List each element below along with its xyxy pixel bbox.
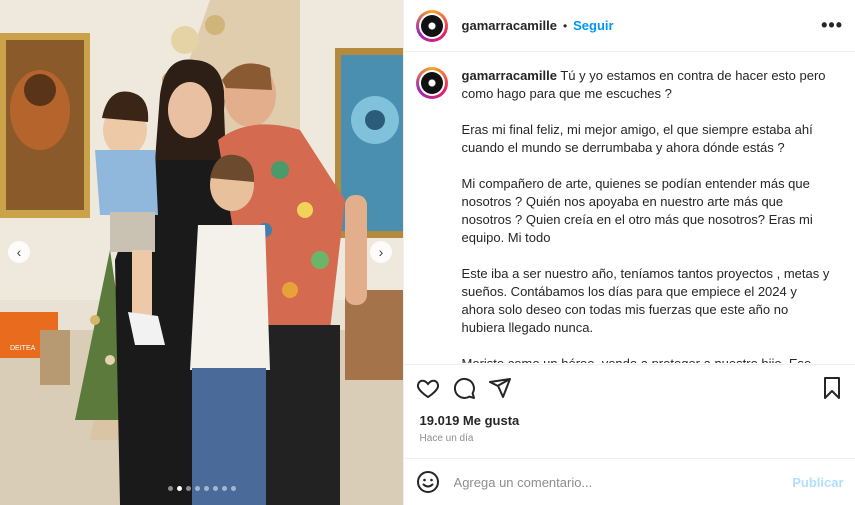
caption-avatar[interactable] bbox=[415, 67, 448, 99]
comment-bar: Publicar bbox=[403, 458, 855, 505]
family-photo-image: DEITEA bbox=[0, 0, 403, 505]
action-bar bbox=[403, 364, 855, 410]
avatar-image bbox=[420, 72, 443, 94]
carousel-next-button[interactable]: › bbox=[370, 241, 392, 263]
caption-row: gamarracamille Tú y yo estamos en contra… bbox=[404, 53, 855, 363]
carousel-dot bbox=[212, 486, 218, 491]
header-username-link[interactable]: gamarracamille bbox=[462, 18, 557, 33]
caption-paragraph: Moriste como un héroe, yendo a proteger … bbox=[462, 355, 832, 363]
carousel-dot bbox=[194, 486, 200, 491]
comment-input[interactable] bbox=[451, 473, 793, 491]
separator-dot: • bbox=[562, 18, 568, 33]
post-side-panel: gamarracamille • Seguir ••• gamarracamil… bbox=[402, 0, 855, 505]
share-icon[interactable] bbox=[488, 376, 512, 400]
caption-paragraph: Mi compañero de arte, quienes se podían … bbox=[461, 176, 813, 245]
emoji-icon[interactable] bbox=[416, 470, 440, 494]
bookmark-icon[interactable] bbox=[820, 376, 844, 400]
carousel-indicator bbox=[0, 486, 403, 491]
heart-icon[interactable] bbox=[416, 376, 440, 400]
caption-scroll-area[interactable]: gamarracamille Tú y yo estamos en contra… bbox=[404, 53, 855, 363]
post-header: gamarracamille • Seguir ••• bbox=[403, 0, 855, 52]
comment-icon[interactable] bbox=[452, 376, 476, 400]
carousel-dot bbox=[167, 486, 173, 491]
caption-paragraph: Eras mi final feliz, mi mejor amigo, el … bbox=[461, 122, 813, 155]
gift-bag-text: DEITEA bbox=[10, 345, 36, 352]
carousel-prev-button[interactable]: ‹ bbox=[8, 241, 30, 263]
carousel-dot bbox=[185, 486, 191, 491]
post-photo[interactable]: DEITEA ‹ › bbox=[0, 0, 403, 505]
caption-text: gamarracamille Tú y yo estamos en contra… bbox=[462, 67, 832, 363]
carousel-dot bbox=[176, 486, 182, 491]
post-modal: DEITEA ‹ › gamarracamille • Seguir ••• g… bbox=[0, 0, 855, 505]
carousel-dot bbox=[203, 486, 209, 491]
profile-avatar[interactable] bbox=[415, 9, 448, 42]
carousel-dot bbox=[230, 486, 236, 491]
avatar-image bbox=[420, 14, 443, 37]
caption-username-link[interactable]: gamarracamille bbox=[462, 68, 557, 83]
more-options-icon[interactable]: ••• bbox=[821, 15, 843, 36]
carousel-dot bbox=[221, 486, 227, 491]
publish-button[interactable]: Publicar bbox=[792, 475, 843, 490]
like-count[interactable]: 19.019 Me gusta bbox=[420, 413, 520, 428]
caption-paragraph: Este iba a ser nuestro año, teníamos tan… bbox=[461, 266, 830, 335]
post-timestamp[interactable]: Hace un día bbox=[420, 433, 474, 444]
follow-button[interactable]: Seguir bbox=[573, 18, 613, 33]
